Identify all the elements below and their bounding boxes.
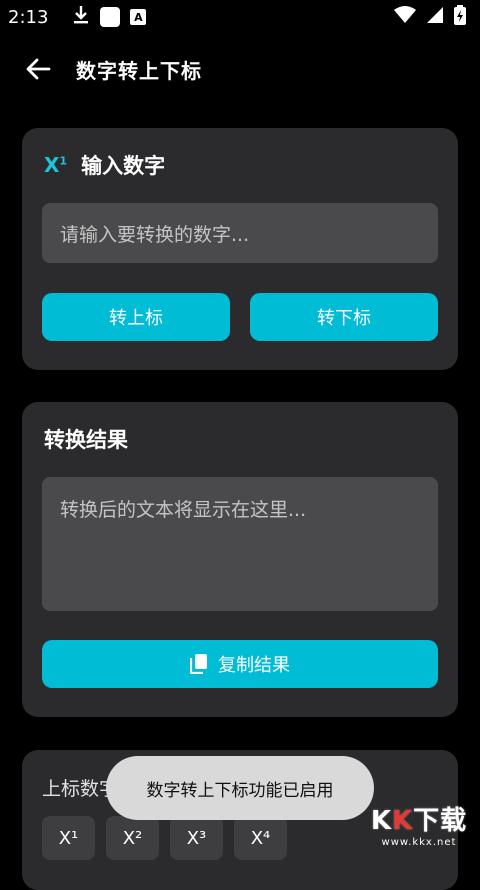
toast-text: 数字转上下标功能已启用 [146,780,334,801]
result-card-title: 转换结果 [44,428,128,452]
watermark-logo: KK下载 [371,800,467,837]
to-superscript-label: 转上标 [109,308,163,329]
input-card-title: 输入数字 [81,154,166,178]
superscript-chip-row: X¹ X² X³ X⁴ [42,816,287,860]
watermark: KK下载 www.kkx.net [358,794,480,853]
superscript-icon: X1 [44,153,68,177]
to-subscript-label: 转下标 [317,308,371,329]
page-title: 数字转上下标 [76,58,202,83]
status-bar: 2:13 A [0,0,480,34]
superscript-chip[interactable]: X² [106,816,159,860]
arrow-left-icon [26,58,51,80]
watermark-rest: 下载 [413,805,468,836]
copy-icon [190,654,207,674]
watermark-k1: K [370,805,392,836]
status-time: 2:13 [8,6,49,28]
superscript-chip[interactable]: X⁴ [234,816,287,860]
copy-result-label: 复制结果 [218,655,290,676]
signal-icon [426,6,444,28]
toast-message: 数字转上下标功能已启用 [106,756,374,820]
copy-result-button[interactable]: 复制结果 [42,640,438,688]
wifi-icon [394,6,416,28]
status-right [394,5,466,29]
to-superscript-button[interactable]: 转上标 [42,293,230,341]
battery-icon [454,5,466,29]
status-left: 2:13 A [8,5,147,29]
superscript-chip[interactable]: X¹ [42,816,95,860]
watermark-url: www.kkx.net [381,836,457,848]
input-card: X1 输入数字 请输入要转换的数字... 转上标 转下标 [22,128,458,370]
download-icon [72,5,90,29]
input-card-header: X1 输入数字 [44,150,165,180]
to-subscript-button[interactable]: 转下标 [250,293,438,341]
result-output[interactable]: 转换后的文本将显示在这里... [42,477,438,611]
result-card: 转换结果 转换后的文本将显示在这里... 复制结果 [22,402,458,717]
app-bar: 数字转上下标 [0,40,480,98]
watermark-k2: K [391,805,414,836]
number-input[interactable]: 请输入要转换的数字... [42,203,438,263]
a-badge-icon: A [130,9,147,25]
superscript-chip[interactable]: X³ [170,816,223,860]
back-button[interactable] [0,40,76,98]
app-notification-icon [100,7,121,27]
